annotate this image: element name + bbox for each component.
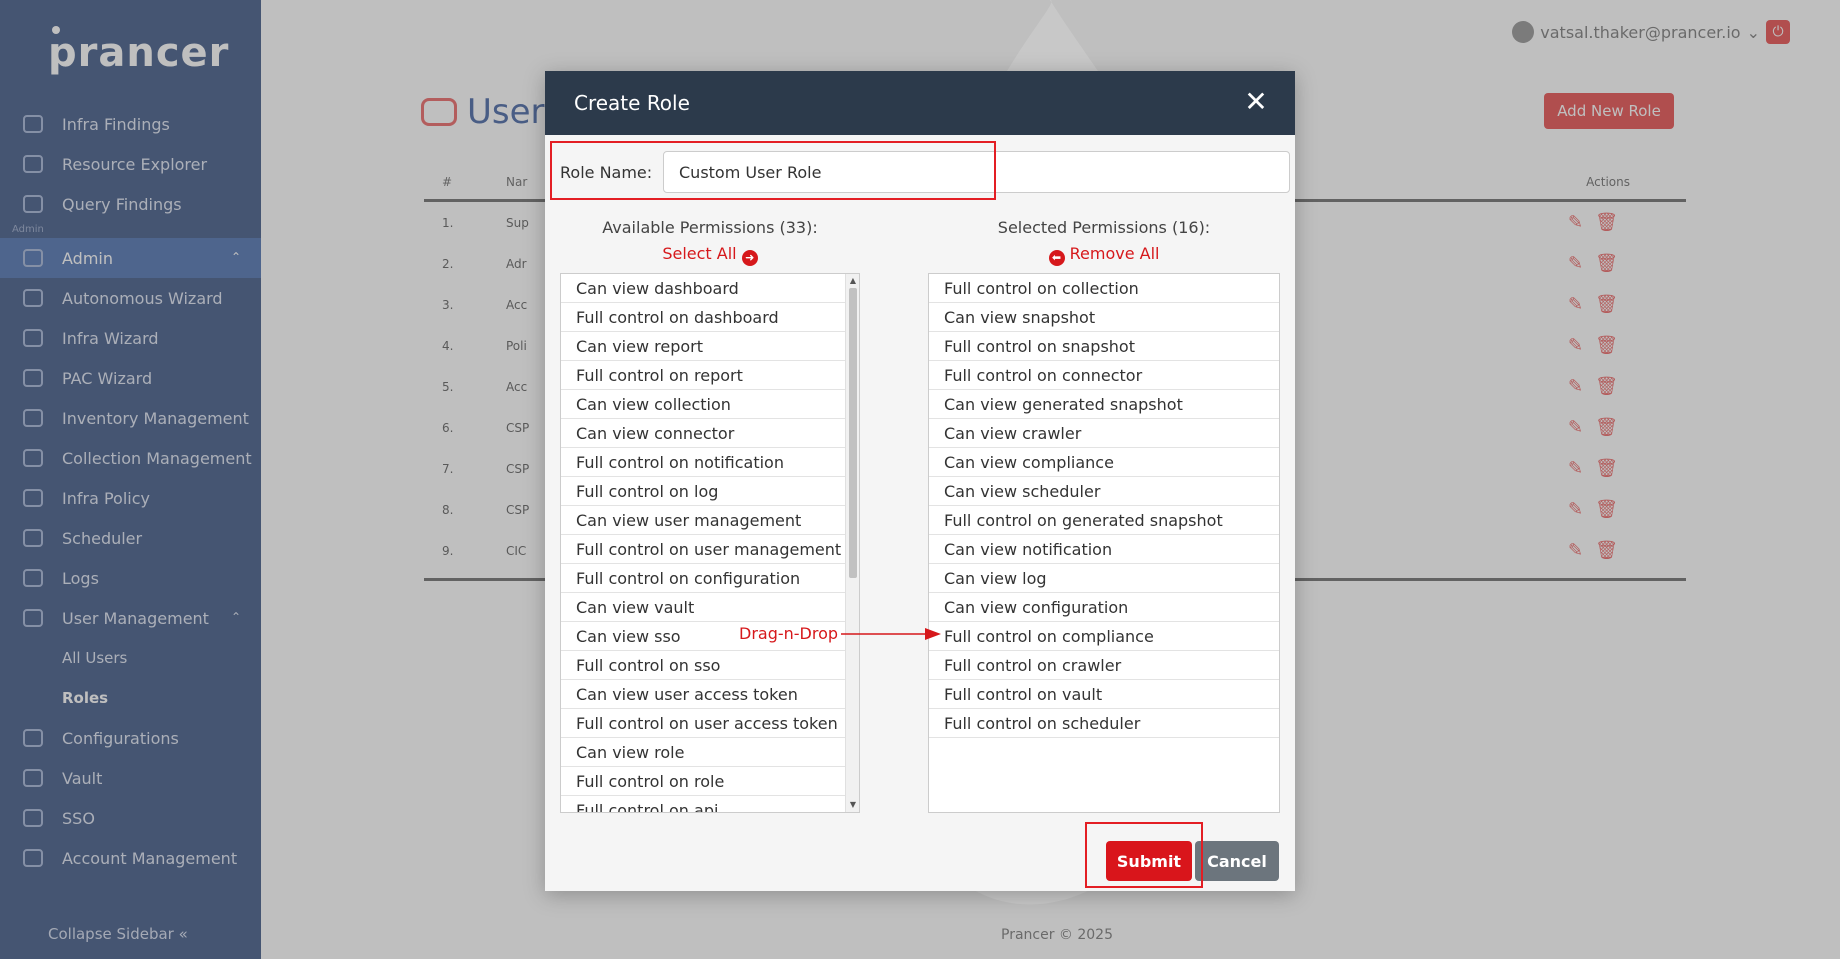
permission-item[interactable]: Full control on log	[561, 477, 845, 506]
permission-item[interactable]: Full control on collection	[929, 274, 1279, 303]
permission-item[interactable]: Full control on sso	[561, 651, 845, 680]
permission-item[interactable]: Can view collection	[561, 390, 845, 419]
permission-item[interactable]: Full control on api	[561, 796, 845, 812]
role-name-input[interactable]	[663, 151, 1290, 193]
permission-item[interactable]: Full control on role	[561, 767, 845, 796]
arrow-right-icon	[841, 628, 941, 640]
permission-item[interactable]: Can view scheduler	[929, 477, 1279, 506]
permission-item[interactable]: Can view compliance	[929, 448, 1279, 477]
remove-all-button[interactable]: ⬅ Remove All	[928, 244, 1280, 266]
scrollbar[interactable]: ▲ ▼	[845, 274, 859, 812]
available-permissions-title: Available Permissions (33):	[602, 218, 818, 237]
available-permissions-list[interactable]: Can view dashboard Full control on dashbo…	[560, 273, 860, 813]
permission-item[interactable]: Full control on generated snapshot	[929, 506, 1279, 535]
scroll-thumb[interactable]	[849, 288, 857, 578]
selected-permissions-list[interactable]: Full control on collection Can view snaps…	[928, 273, 1280, 813]
permission-item[interactable]: Can view crawler	[929, 419, 1279, 448]
permission-item[interactable]: Can view user management	[561, 506, 845, 535]
submit-button[interactable]: Submit	[1106, 841, 1192, 881]
scroll-down-arrow-icon[interactable]: ▼	[846, 798, 859, 812]
selected-permissions-title: Selected Permissions (16):	[997, 218, 1211, 237]
permission-item[interactable]: Can view report	[561, 332, 845, 361]
permission-item[interactable]: Full control on dashboard	[561, 303, 845, 332]
role-name-label: Role Name:	[560, 162, 653, 182]
modal-header: Create Role ✕	[545, 71, 1295, 135]
scroll-up-arrow-icon[interactable]: ▲	[846, 274, 859, 288]
permission-item[interactable]: Can view dashboard	[561, 274, 845, 303]
permission-item[interactable]: Can view vault	[561, 593, 845, 622]
cancel-button[interactable]: Cancel	[1195, 841, 1279, 881]
create-role-modal: Create Role ✕ Role Name: Available Permi…	[545, 71, 1295, 891]
permission-item[interactable]: Full control on snapshot	[929, 332, 1279, 361]
permission-item[interactable]: Full control on crawler	[929, 651, 1279, 680]
permission-item[interactable]: Can view notification	[929, 535, 1279, 564]
drag-n-drop-annotation: Drag-n-Drop	[739, 624, 839, 643]
permission-item[interactable]: Full control on compliance	[929, 622, 1279, 651]
close-icon[interactable]: ✕	[1241, 87, 1271, 117]
permission-item[interactable]: Full control on vault	[929, 680, 1279, 709]
permission-item[interactable]: Can view connector	[561, 419, 845, 448]
permission-item[interactable]: Full control on configuration	[561, 564, 845, 593]
arrow-right-circle-icon: ➜	[741, 249, 758, 266]
arrow-left-circle-icon: ⬅	[1048, 249, 1065, 266]
permission-item[interactable]: Can view configuration	[929, 593, 1279, 622]
modal-title: Create Role	[574, 91, 690, 115]
permission-item[interactable]: Full control on connector	[929, 361, 1279, 390]
permission-item[interactable]: Can view log	[929, 564, 1279, 593]
permission-item[interactable]: Full control on user access token	[561, 709, 845, 738]
permission-item[interactable]: Full control on notification	[561, 448, 845, 477]
permission-item[interactable]: Can view generated snapshot	[929, 390, 1279, 419]
permission-item[interactable]: Can view snapshot	[929, 303, 1279, 332]
permission-item[interactable]: Full control on report	[561, 361, 845, 390]
permission-item[interactable]: Can view role	[561, 738, 845, 767]
select-all-button[interactable]: Select All ➜	[560, 244, 860, 266]
permission-item[interactable]: Full control on scheduler	[929, 709, 1279, 738]
permission-item[interactable]: Full control on user management	[561, 535, 845, 564]
role-name-row: Role Name:	[560, 151, 1290, 193]
permission-item[interactable]: Can view user access token	[561, 680, 845, 709]
